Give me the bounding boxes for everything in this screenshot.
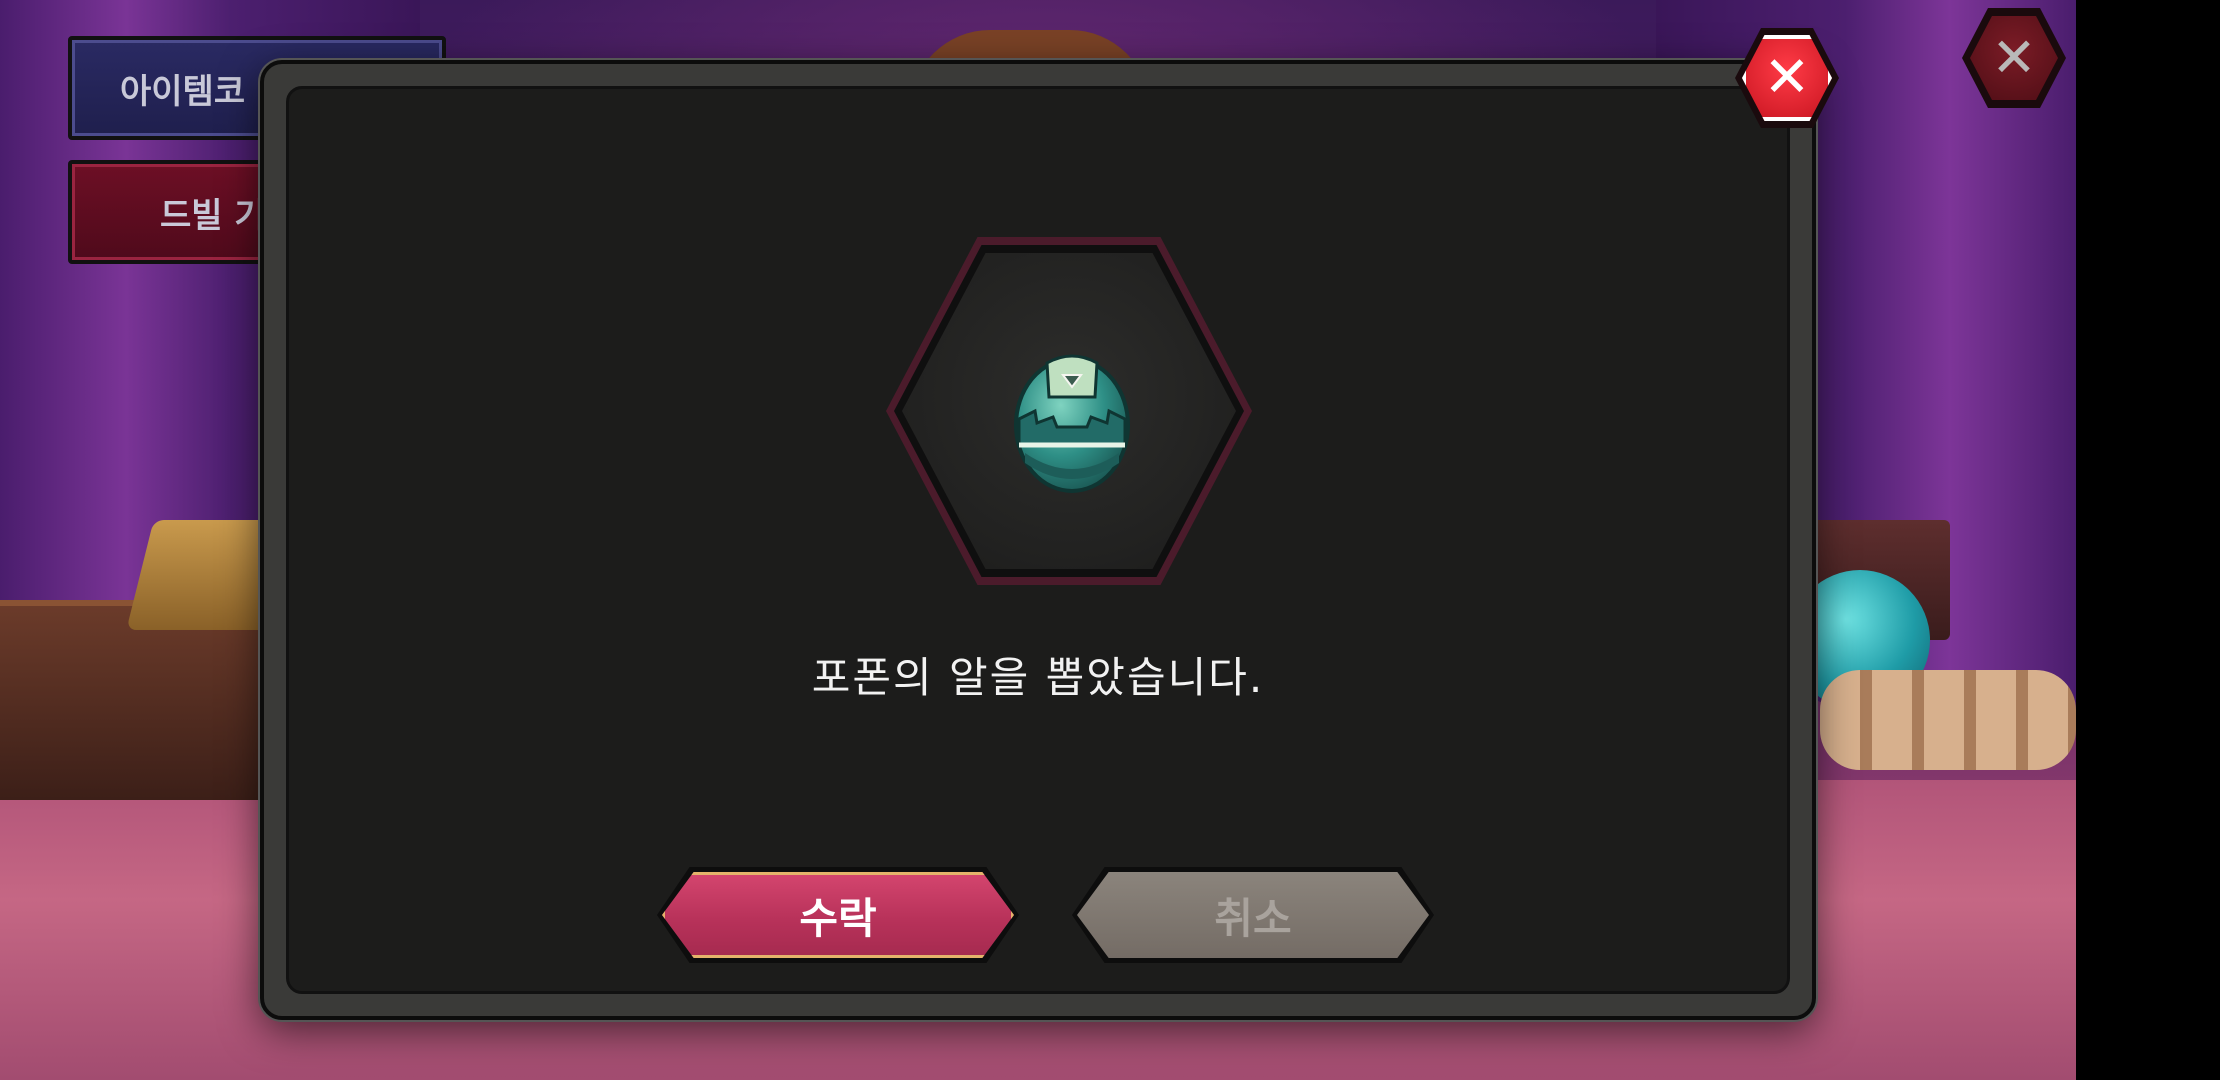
scrolls: [1820, 670, 2076, 770]
close-icon: ✕: [1970, 16, 2058, 100]
cancel-label: 취소: [1077, 872, 1429, 958]
right-black-bar: [2076, 0, 2220, 1080]
accept-button[interactable]: 수락: [657, 867, 1019, 963]
item-code-label: 아이템코: [120, 71, 246, 112]
egg-icon: [1014, 354, 1130, 493]
accept-label: 수락: [662, 872, 1014, 958]
reward-dialog: 포폰의 알을 뽑았습니다. 수락 취소: [260, 60, 1816, 1020]
item-frame: [886, 237, 1252, 585]
drill-label: 드빌 기: [160, 195, 266, 236]
cancel-button[interactable]: 취소: [1072, 867, 1434, 963]
dialog-panel: 포폰의 알을 뽑았습니다. 수락 취소: [286, 86, 1790, 994]
reward-message: 포폰의 알을 뽑았습니다.: [811, 653, 1265, 702]
close-icon: ✕: [1742, 35, 1832, 121]
